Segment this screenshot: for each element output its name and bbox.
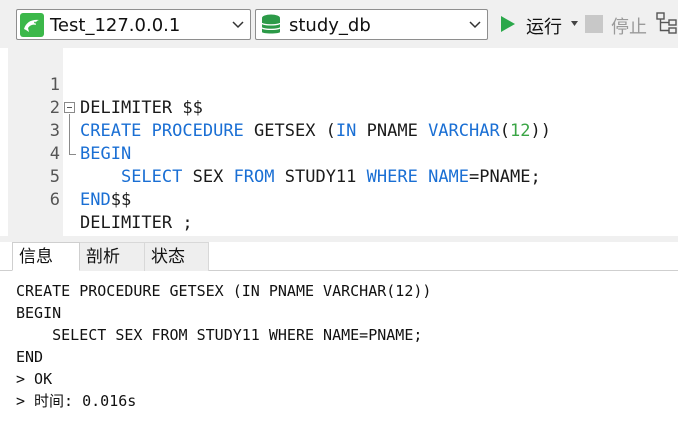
explain-tree-icon[interactable]	[656, 12, 678, 34]
chevron-down-icon	[469, 21, 481, 29]
tab-info[interactable]: 信息	[12, 242, 80, 271]
message-line: END	[16, 348, 44, 366]
fold-guide	[69, 114, 70, 154]
message-line: SELECT SEX FROM STUDY11 WHERE NAME=PNAME…	[16, 326, 423, 344]
tab-profile[interactable]: 剖析	[80, 242, 145, 271]
fold-collapse-icon[interactable]	[64, 102, 75, 113]
message-output: CREATE PROCEDURE GETSEX (IN PNAME VARCHA…	[0, 272, 678, 445]
dolphin-connection-icon	[20, 13, 44, 37]
connection-select[interactable]: Test_127.0.0.1	[16, 9, 251, 40]
code-line: 4 SELECT SEX FROM STUDY11 WHERE NAME=PNA…	[0, 120, 678, 187]
run-label: 运行	[526, 17, 562, 38]
fold-end-marker	[69, 154, 76, 155]
code-line: 2 CREATE PROCEDURE GETSEX (IN PNAME VARC…	[0, 74, 678, 141]
code-text: END$$	[80, 189, 131, 212]
tab-status[interactable]: 状态	[145, 242, 209, 271]
code-text: DELIMITER ;	[80, 212, 193, 235]
query-toolbar: Test_127.0.0.1 study_db 运行 停止	[0, 0, 678, 48]
database-select[interactable]: study_db	[255, 9, 488, 40]
caret-down-icon[interactable]	[571, 21, 578, 26]
sql-token: $$	[110, 190, 132, 210]
result-tabbar: 信息 剖析 状态	[0, 242, 678, 271]
sql-editor[interactable]: 1 DELIMITER $$ 2 CREATE PROCEDURE GETSEX…	[0, 48, 678, 236]
chevron-down-icon	[232, 21, 244, 29]
database-label: study_db	[289, 15, 371, 36]
message-line: BEGIN	[16, 304, 62, 322]
play-icon	[501, 16, 515, 32]
code-line: 5 END$$	[0, 143, 678, 210]
line-number: 6	[49, 190, 60, 210]
code-line: 1 DELIMITER $$	[0, 51, 678, 118]
message-line: > 时间: 0.016s	[16, 392, 137, 410]
message-line: > OK	[16, 370, 53, 388]
database-icon	[261, 14, 281, 34]
sql-token: DELIMITER ;	[80, 213, 193, 233]
stop-icon	[585, 15, 603, 33]
code-line: 3 BEGIN	[0, 97, 678, 164]
message-line: CREATE PROCEDURE GETSEX (IN PNAME VARCHA…	[16, 282, 432, 300]
sql-keyword: END	[80, 190, 111, 210]
code-line: 6 DELIMITER ;	[0, 166, 678, 233]
stop-label: 停止	[611, 17, 647, 38]
connection-label: Test_127.0.0.1	[50, 15, 181, 36]
